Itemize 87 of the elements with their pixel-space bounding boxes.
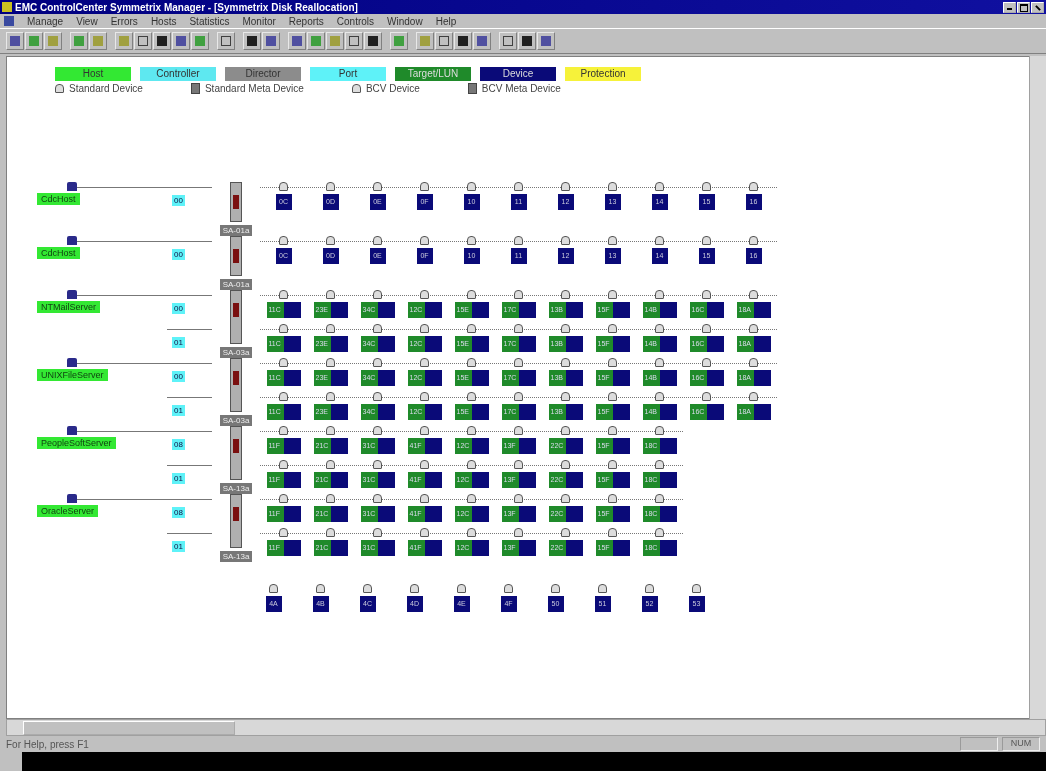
host-label[interactable]: NTMailServer (37, 301, 100, 313)
app-icon (2, 2, 12, 12)
connector-line (167, 465, 212, 466)
director-label[interactable]: SA-03a (219, 347, 253, 358)
toolbar-icon[interactable] (6, 32, 24, 50)
director-bar[interactable] (230, 290, 242, 344)
computer-icon (67, 236, 77, 245)
legend-label: Standard Device (69, 83, 143, 94)
legend-swatch: Device (480, 67, 556, 81)
menu-item[interactable]: Hosts (150, 15, 177, 27)
port-label[interactable]: 08 (172, 439, 185, 450)
menu-item[interactable]: View (76, 15, 98, 27)
port-label[interactable]: 08 (172, 507, 185, 518)
host-label[interactable]: PeopleSoftServer (37, 437, 116, 449)
legend-label: BCV Device (365, 83, 420, 94)
director-bar[interactable] (230, 358, 242, 412)
toolbar-icon[interactable] (288, 32, 306, 50)
connector-line (167, 533, 212, 534)
legend-label: BCV Meta Device (481, 83, 561, 94)
director-bar[interactable] (230, 236, 242, 276)
toolbar-icon[interactable] (217, 32, 235, 50)
director-label[interactable]: SA-01a (219, 279, 253, 290)
window-title: EMC ControlCenter Symmetrix Manager - [Symmetrix Disk Reallocation] (15, 1, 359, 13)
host-label[interactable]: UNIXFileServer (37, 369, 108, 381)
port-label[interactable]: 00 (172, 195, 185, 206)
toolbar-icon[interactable] (435, 32, 453, 50)
meta-device-icon (467, 83, 477, 94)
port-label[interactable]: 01 (172, 405, 185, 416)
toolbar-icon[interactable] (262, 32, 280, 50)
port-label[interactable]: 00 (172, 303, 185, 314)
legend-swatch: Port (310, 67, 386, 81)
director-label[interactable]: SA-01a (219, 225, 253, 236)
connector-line (167, 397, 212, 398)
toolbar-icon[interactable] (473, 32, 491, 50)
menu-item[interactable]: Statistics (189, 15, 230, 27)
toolbar-icon[interactable] (345, 32, 363, 50)
meta-device-icon (190, 83, 200, 94)
host-label[interactable]: CdcHost (37, 247, 80, 259)
legend-swatch: Controller (140, 67, 216, 81)
computer-icon (67, 182, 77, 191)
computer-icon (67, 494, 77, 503)
toolbar-icon[interactable] (518, 32, 536, 50)
close-button[interactable] (1031, 1, 1044, 13)
status-message: For Help, press F1 (6, 738, 90, 750)
toolbar-icon[interactable] (243, 32, 261, 50)
director-label[interactable]: SA-03a (219, 415, 253, 426)
menu-item[interactable]: Window (387, 15, 423, 27)
menu-item[interactable]: Errors (110, 15, 138, 27)
computer-icon (67, 290, 77, 299)
director-label[interactable]: SA-13a (219, 483, 253, 494)
menu-item[interactable]: Controls (336, 15, 375, 27)
port-label[interactable]: 00 (172, 371, 185, 382)
horizontal-scrollbar[interactable] (6, 719, 1046, 736)
port-label[interactable]: 01 (172, 337, 185, 348)
toolbar-icon[interactable] (537, 32, 555, 50)
legend-swatch: Target/LUN (395, 67, 471, 81)
menu-item[interactable]: Monitor (242, 15, 276, 27)
director-bar[interactable] (230, 182, 242, 222)
vertical-scrollbar[interactable] (1029, 56, 1046, 719)
legend-swatch: Protection (565, 67, 641, 81)
toolbar-icon[interactable] (454, 32, 472, 50)
connector-line (167, 329, 212, 330)
menu-item[interactable]: Manage (27, 15, 64, 27)
director-bar[interactable] (230, 426, 242, 480)
computer-icon (67, 426, 77, 435)
status-pane (960, 737, 998, 751)
host-label[interactable]: CdcHost (37, 193, 80, 205)
director-bar[interactable] (230, 494, 242, 548)
legend-label: Standard Meta Device (204, 83, 304, 94)
port-label[interactable]: 01 (172, 541, 185, 552)
port-label[interactable]: 00 (172, 249, 185, 260)
menu-item[interactable]: Help (435, 15, 457, 27)
minimize-button[interactable] (1003, 1, 1016, 13)
port-label[interactable]: 01 (172, 473, 185, 484)
legend-swatch: Director (225, 67, 301, 81)
maximize-button[interactable] (1017, 1, 1030, 13)
toolbar-icon[interactable] (499, 32, 517, 50)
menu-item[interactable]: Reports (288, 15, 324, 27)
director-label[interactable]: SA-13a (219, 551, 253, 562)
num-lock-indicator: NUM (1002, 737, 1040, 751)
legend-swatch: Host (55, 67, 131, 81)
host-label[interactable]: OracleServer (37, 505, 98, 517)
toolbar-icon[interactable] (153, 32, 171, 50)
toolbar-icon[interactable] (172, 32, 190, 50)
toolbar-icon[interactable] (364, 32, 382, 50)
toolbar-icon[interactable] (134, 32, 152, 50)
computer-icon (67, 358, 77, 367)
